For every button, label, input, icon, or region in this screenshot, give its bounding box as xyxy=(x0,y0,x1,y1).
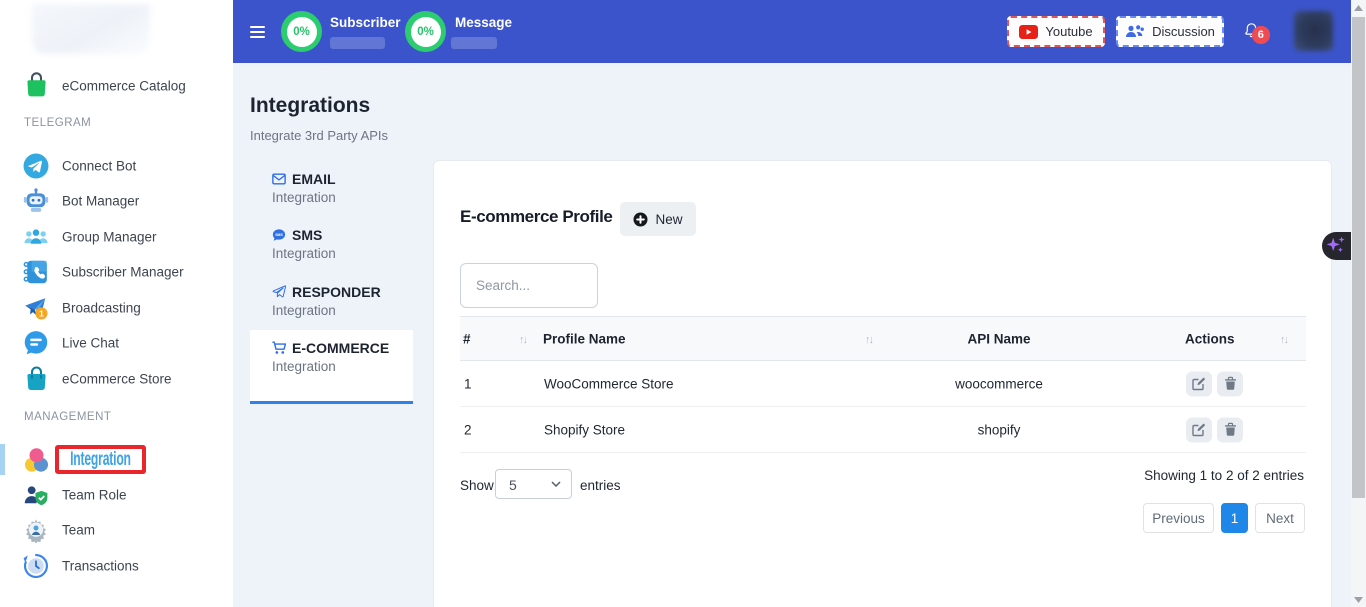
svg-text:SMS: SMS xyxy=(275,233,283,237)
svg-text:1: 1 xyxy=(39,308,44,318)
